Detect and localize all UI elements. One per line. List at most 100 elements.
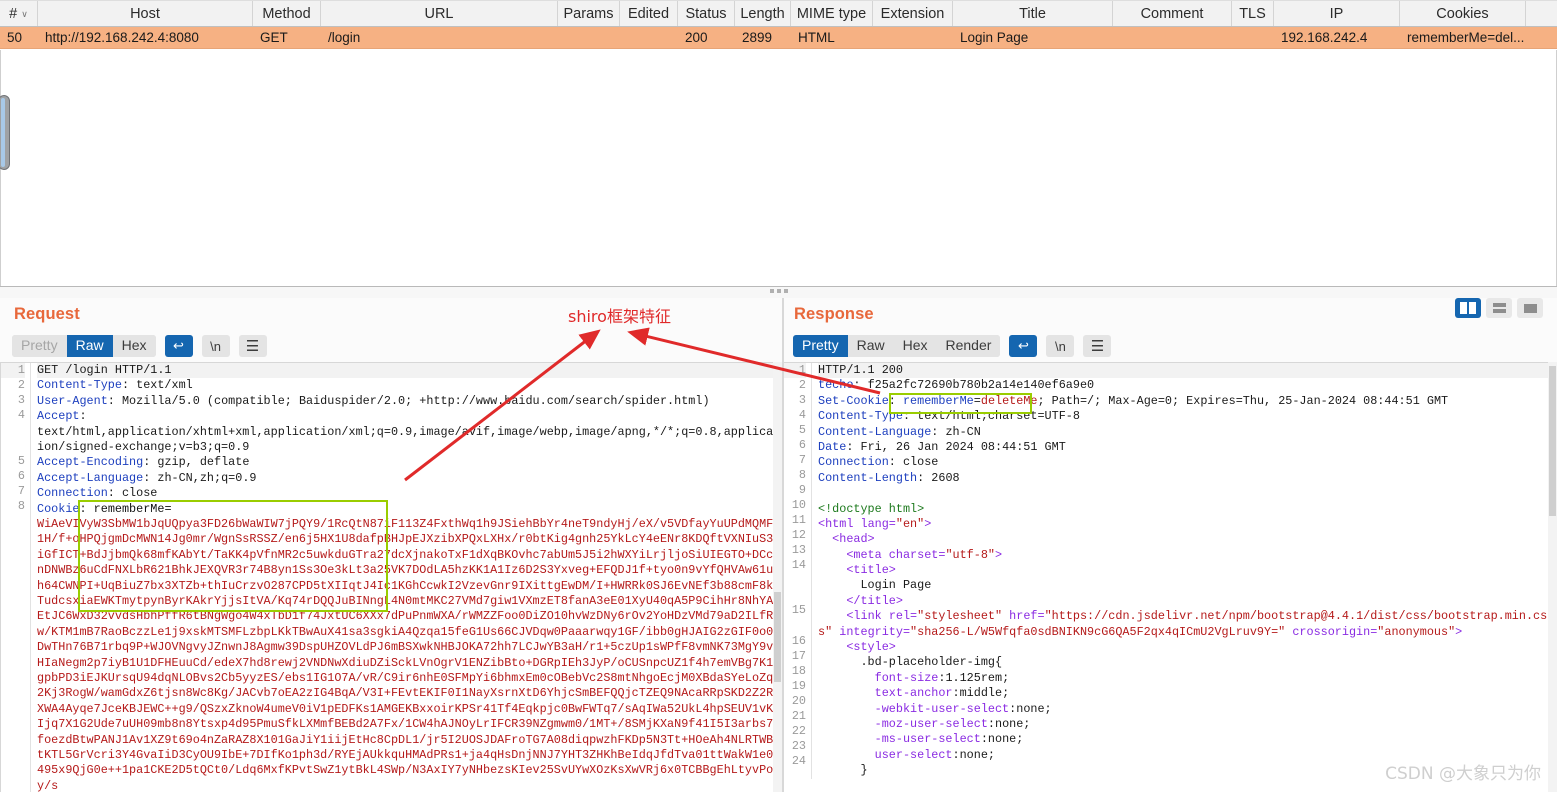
code-line[interactable]: </title> bbox=[818, 594, 1557, 609]
response-editor[interactable]: 1 2 3 4 5 6 7 8 9 10 11 12 13 14 15 16 17 18 19 20 21 22 23 24 … bbox=[784, 362, 1557, 792]
table-header-row[interactable]: # ∨ Host Method URL Params Edited Status Length M… bbox=[0, 0, 1557, 27]
cell-method[interactable]: GET bbox=[253, 27, 321, 48]
column-header-length[interactable]: Length bbox=[735, 1, 791, 26]
table-row[interactable]: 50 http://192.168.242.4:8080 GET/login 200 2… bbox=[0, 27, 1557, 49]
code-line[interactable]: GET /login HTTP/1.1 bbox=[37, 363, 782, 379]
column-header-comment[interactable]: Comment bbox=[1113, 1, 1232, 26]
request-tab-hex[interactable]: Hex bbox=[112, 335, 156, 357]
column-header-ip[interactable]: IP bbox=[1274, 1, 1400, 26]
code-line[interactable]: Content-Type: text/html;charset=UTF-8 bbox=[818, 409, 1557, 424]
cell-comment[interactable] bbox=[1113, 27, 1232, 48]
code-line[interactable]: <title> bbox=[818, 563, 1557, 578]
code-line[interactable]: <head> bbox=[818, 532, 1557, 547]
request-view-tabs[interactable]: Pretty Raw Hex bbox=[12, 335, 156, 357]
cell-tls[interactable] bbox=[1232, 27, 1274, 48]
code-line[interactable]: Login Page bbox=[818, 578, 1557, 593]
column-header-tls[interactable]: TLS bbox=[1232, 1, 1274, 26]
column-header-status[interactable]: Status bbox=[678, 1, 735, 26]
code-token: :none; bbox=[1009, 701, 1052, 716]
request-tab-pretty[interactable]: Pretty bbox=[12, 335, 67, 357]
line-number: 5 bbox=[798, 423, 806, 437]
response-tab-pretty[interactable]: Pretty bbox=[793, 335, 848, 357]
request-word-wrap-icon[interactable]: ↩ bbox=[164, 335, 193, 357]
cell-params[interactable] bbox=[558, 27, 620, 48]
single-view-button[interactable] bbox=[1517, 298, 1543, 318]
column-header-params[interactable]: Params bbox=[558, 1, 620, 26]
code-line[interactable]: text-anchor:middle; bbox=[818, 686, 1557, 701]
column-header-host[interactable]: Host bbox=[38, 1, 253, 26]
cell-status[interactable]: 200 bbox=[678, 27, 735, 48]
column-header-url[interactable]: URL bbox=[321, 1, 558, 26]
cell-title[interactable]: Login Page bbox=[953, 27, 1113, 48]
code-line[interactable]: <!doctype html> bbox=[818, 502, 1557, 517]
code-line[interactable]: font-size:1.125rem; bbox=[818, 671, 1557, 686]
code-line[interactable]: -moz-user-select:none; bbox=[818, 717, 1557, 732]
request-newline-icon[interactable]: \n bbox=[201, 335, 230, 357]
response-content[interactable]: HTTP/1.1 200 techo: f25a2fc72690b780b2a14… bbox=[812, 363, 1557, 779]
column-header-[interactable]: # ∨ bbox=[0, 1, 38, 26]
cell-mime[interactable]: HTML bbox=[791, 27, 873, 48]
column-header-method[interactable]: Method bbox=[253, 1, 321, 26]
cell-num[interactable]: 50 bbox=[0, 27, 38, 48]
code-line[interactable]: Connection: close bbox=[37, 486, 782, 501]
request-content[interactable]: GET /login HTTP/1.1 Content-Type: text/xm… bbox=[31, 363, 782, 517]
response-word-wrap-icon[interactable]: ↩ bbox=[1009, 335, 1038, 357]
response-vertical-scrollbar[interactable] bbox=[1548, 362, 1557, 792]
response-tab-render[interactable]: Render bbox=[936, 335, 1001, 357]
code-line[interactable]: User-Agent: Mozilla/5.0 (compatible; Bai… bbox=[37, 394, 782, 409]
code-line[interactable]: text/html,application/xhtml+xml,applicat… bbox=[37, 425, 782, 456]
cell-host[interactable]: http://192.168.242.4:8080 bbox=[38, 27, 253, 48]
proxy-history-table[interactable]: # ∨ Host Method URL Params Edited Status Length M… bbox=[0, 0, 1557, 288]
code-line[interactable] bbox=[818, 486, 1557, 501]
code-line[interactable]: Accept: bbox=[37, 409, 782, 424]
code-line[interactable]: Date: Fri, 26 Jan 2024 08:44:51 GMT bbox=[818, 440, 1557, 455]
code-line[interactable]: Content-Length: 2608 bbox=[818, 471, 1557, 486]
code-line[interactable]: Accept-Language: zh-CN,zh;q=0.9 bbox=[37, 471, 782, 486]
code-line[interactable]: <style> bbox=[818, 640, 1557, 655]
column-header-extension[interactable]: Extension bbox=[873, 1, 953, 26]
cell-edited[interactable] bbox=[620, 27, 678, 48]
line-number: 1 bbox=[1, 363, 25, 378]
code-line[interactable]: -ms-user-select:none; bbox=[818, 732, 1557, 747]
code-line[interactable]: Content-Language: zh-CN bbox=[818, 425, 1557, 440]
code-line[interactable]: HTTP/1.1 200 bbox=[818, 363, 1557, 379]
history-vertical-scrollbar[interactable] bbox=[0, 95, 10, 170]
code-line[interactable]: Content-Type: text/xml bbox=[37, 378, 782, 393]
request-menu-icon[interactable]: ☰ bbox=[238, 335, 267, 357]
cell-cookies[interactable]: rememberMe=del... bbox=[1400, 27, 1526, 48]
stacked-view-button[interactable] bbox=[1486, 298, 1512, 318]
cell-extension[interactable] bbox=[873, 27, 953, 48]
cell-url[interactable]: /login bbox=[321, 27, 558, 48]
view-mode-buttons[interactable] bbox=[1455, 298, 1543, 318]
request-editor[interactable]: 1234 5678 GET /login HTTP/1.1 Content-Type… bbox=[0, 362, 782, 792]
split-view-button[interactable] bbox=[1455, 298, 1481, 318]
response-tab-raw[interactable]: Raw bbox=[847, 335, 894, 357]
request-tabbar[interactable]: Pretty Raw Hex ↩ \n ☰ bbox=[12, 335, 267, 357]
cell-length[interactable]: 2899 bbox=[735, 27, 791, 48]
line-number: 17 bbox=[791, 649, 806, 663]
column-header-cookies[interactable]: Cookies bbox=[1400, 1, 1526, 26]
request-tab-raw[interactable]: Raw bbox=[66, 335, 113, 357]
sort-descending-icon[interactable]: ∨ bbox=[21, 9, 28, 20]
request-cookie-blob[interactable]: WiAeVIVyW3SbMW1bJqUQpya3FD26bWaWIW7jPQY9… bbox=[31, 517, 782, 792]
code-line[interactable]: <meta charset="utf-8"> bbox=[818, 548, 1557, 563]
code-line[interactable]: -webkit-user-select:none; bbox=[818, 702, 1557, 717]
response-newline-icon[interactable]: \n bbox=[1046, 335, 1075, 357]
code-line[interactable]: <html lang="en"> bbox=[818, 517, 1557, 532]
code-line[interactable]: Set-Cookie: rememberMe=deleteMe; Path=/;… bbox=[818, 394, 1557, 409]
response-view-tabs[interactable]: Pretty Raw Hex Render bbox=[793, 335, 1001, 357]
code-line[interactable]: Cookie: rememberMe= bbox=[37, 502, 782, 517]
code-line[interactable]: <link rel="stylesheet" href="https://cdn… bbox=[818, 609, 1557, 640]
response-tabbar[interactable]: Pretty Raw Hex Render ↩ \n ☰ bbox=[793, 335, 1112, 357]
code-line[interactable]: Connection: close bbox=[818, 455, 1557, 470]
code-line[interactable]: techo: f25a2fc72690b780b2a14e140ef6a9e0 bbox=[818, 378, 1557, 393]
code-line[interactable]: .bd-placeholder-img{ bbox=[818, 655, 1557, 670]
column-header-edited[interactable]: Edited bbox=[620, 1, 678, 26]
code-line[interactable]: Accept-Encoding: gzip, deflate bbox=[37, 455, 782, 470]
column-header-mime-type[interactable]: MIME type bbox=[791, 1, 873, 26]
response-menu-icon[interactable]: ☰ bbox=[1083, 335, 1112, 357]
column-header-title[interactable]: Title bbox=[953, 1, 1113, 26]
request-vertical-scrollbar[interactable] bbox=[773, 362, 782, 792]
cell-ip[interactable]: 192.168.242.4 bbox=[1274, 27, 1400, 48]
response-tab-hex[interactable]: Hex bbox=[893, 335, 937, 357]
